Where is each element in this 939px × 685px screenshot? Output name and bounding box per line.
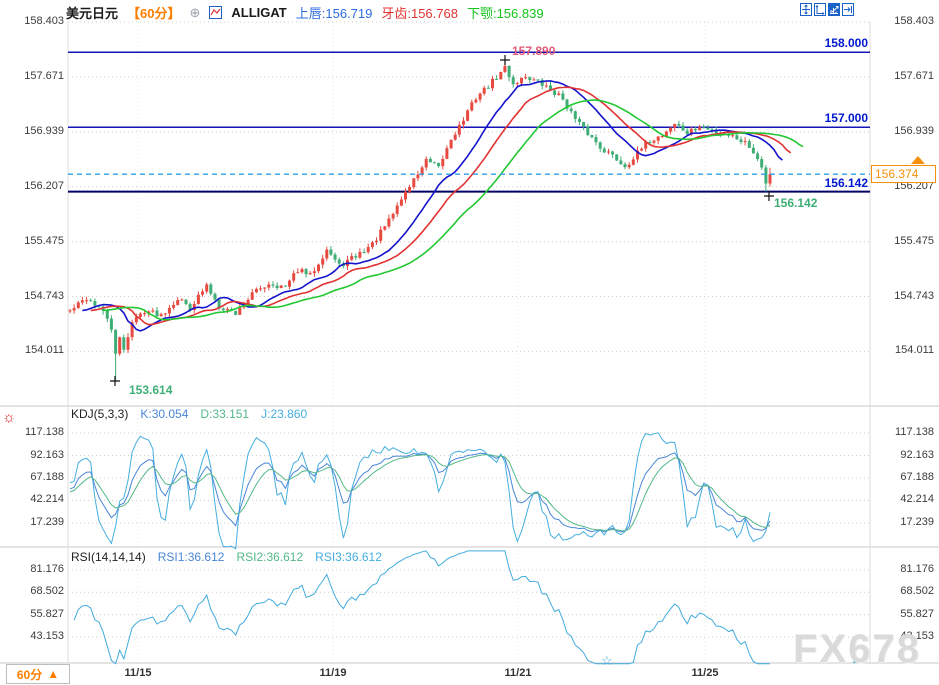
price-axis-tick-right: 155.475: [894, 234, 934, 247]
time-axis-date: 11/19: [319, 667, 347, 679]
price-axis-tick-left: 154.011: [25, 344, 64, 357]
rsi-title: RSI(14,14,14): [71, 550, 146, 564]
chart-canvas[interactable]: [0, 0, 939, 685]
price-axis-tick-left: 157.671: [24, 69, 64, 82]
kdj-axis-tick-left: 42.214: [30, 493, 64, 506]
period-label: 【60分】: [127, 6, 181, 21]
price-annotation: 157.890: [512, 44, 556, 58]
kdj-k-value: K:30.054: [140, 407, 189, 421]
alligator-teeth-value: 牙齿:156.768: [381, 6, 458, 21]
move-tool-icon[interactable]: [800, 3, 812, 16]
kdj-panel-header: KDJ(5,3,3) K:30.054 D:33.151 J:23.860: [71, 407, 307, 421]
indicator-chart-icon: [209, 6, 223, 19]
kdj-axis-tick-left: 67.188: [30, 471, 64, 483]
auto-scale-tool-icon[interactable]: [828, 3, 840, 16]
hline-price-label: 157.000: [824, 111, 868, 126]
watermark: FX678: [793, 627, 921, 671]
rsi-panel-header: RSI(14,14,14) RSI1:36.612 RSI2:36.612 RS…: [71, 550, 382, 564]
kdj-axis-tick-right: 42.214: [900, 493, 934, 506]
kdj-axis-tick-right: 117.138: [895, 426, 934, 438]
kdj-d-value: D:33.151: [200, 407, 250, 421]
trading-chart-app: 美元日元 【60分】 ⊕ ALLIGAT 上唇:156.719 牙齿:156.7…: [0, 0, 939, 685]
time-axis-date: 11/21: [504, 667, 532, 679]
indicator-settings-icon[interactable]: ☼: [2, 409, 16, 426]
kdj-axis-tick-right: 17.239: [900, 516, 934, 528]
rsi-axis-tick-right: 81.176: [900, 563, 934, 575]
alligator-jaw-value: 下颚:156.839: [466, 6, 544, 21]
rsi-axis-tick-left: 68.502: [30, 585, 64, 598]
price-axis-tick-right: 154.011: [895, 344, 934, 357]
price-axis-tick-left: 158.403: [24, 15, 64, 27]
rsi-axis-tick-right: 55.827: [900, 607, 934, 620]
kdj-axis-tick-left: 17.239: [30, 516, 64, 528]
price-axis-tick-right: 157.671: [894, 69, 934, 82]
period-selector-label: 60分: [16, 667, 43, 682]
price-annotation: 153.614: [129, 383, 173, 397]
collapse-up-icon: ▲: [47, 667, 60, 681]
chart-toolbar: [800, 3, 854, 16]
rsi-axis-tick-left: 55.827: [30, 607, 64, 620]
alligator-lips-value: 上唇:156.719: [295, 6, 373, 21]
kdj-j-value: J:23.860: [261, 407, 308, 421]
price-axis-tick-left: 156.939: [24, 124, 64, 137]
rsi-axis-tick-left: 81.176: [30, 563, 64, 575]
go-latest-tool-icon[interactable]: [842, 3, 854, 16]
hline-price-label: 158.000: [824, 36, 868, 51]
kdj-axis-tick-left: 92.163: [30, 448, 64, 461]
hline-price-label: 156.142: [824, 175, 868, 190]
price-axis-tick-right: 158.403: [894, 15, 934, 27]
price-axis-tick-left: 156.207: [24, 179, 64, 192]
price-annotation: 156.142: [774, 196, 818, 210]
time-axis-date: 11/25: [691, 667, 719, 679]
chart-header: 美元日元 【60分】 ⊕ ALLIGAT 上唇:156.719 牙齿:156.7…: [66, 3, 544, 22]
price-axis-tick-left: 154.743: [24, 289, 64, 302]
price-up-marker-icon: [911, 156, 925, 165]
price-axis-tick-right: 156.939: [894, 124, 934, 137]
rsi-axis-tick-right: 68.502: [900, 585, 934, 598]
price-axis-tick-right: 154.743: [894, 289, 934, 302]
symbol-title: 美元日元: [66, 6, 119, 21]
kdj-axis-tick-right: 67.188: [900, 471, 934, 483]
rsi2-value: RSI2:36.612: [236, 550, 304, 564]
rsi3-value: RSI3:36.612: [315, 550, 382, 564]
last-price-value: 156.374: [875, 167, 919, 182]
period-selector[interactable]: 60分 ▲: [6, 664, 70, 684]
indicator-name: ALLIGAT: [231, 5, 287, 20]
kdj-axis-tick-left: 117.138: [25, 426, 64, 438]
bookmark-star-icon[interactable]: ☆: [601, 653, 613, 669]
rsi1-value: RSI1:36.612: [157, 550, 225, 564]
last-price-box: 156.374: [871, 165, 936, 184]
time-axis-date: 11/15: [124, 667, 152, 679]
kdj-title: KDJ(5,3,3): [71, 407, 129, 421]
add-indicator-icon[interactable]: ⊕: [189, 5, 200, 21]
kdj-axis-tick-right: 92.163: [900, 448, 934, 461]
rsi-axis-tick-left: 43.153: [30, 630, 64, 642]
axis-range-tool-icon[interactable]: [814, 3, 826, 16]
price-axis-tick-left: 155.475: [24, 234, 64, 247]
